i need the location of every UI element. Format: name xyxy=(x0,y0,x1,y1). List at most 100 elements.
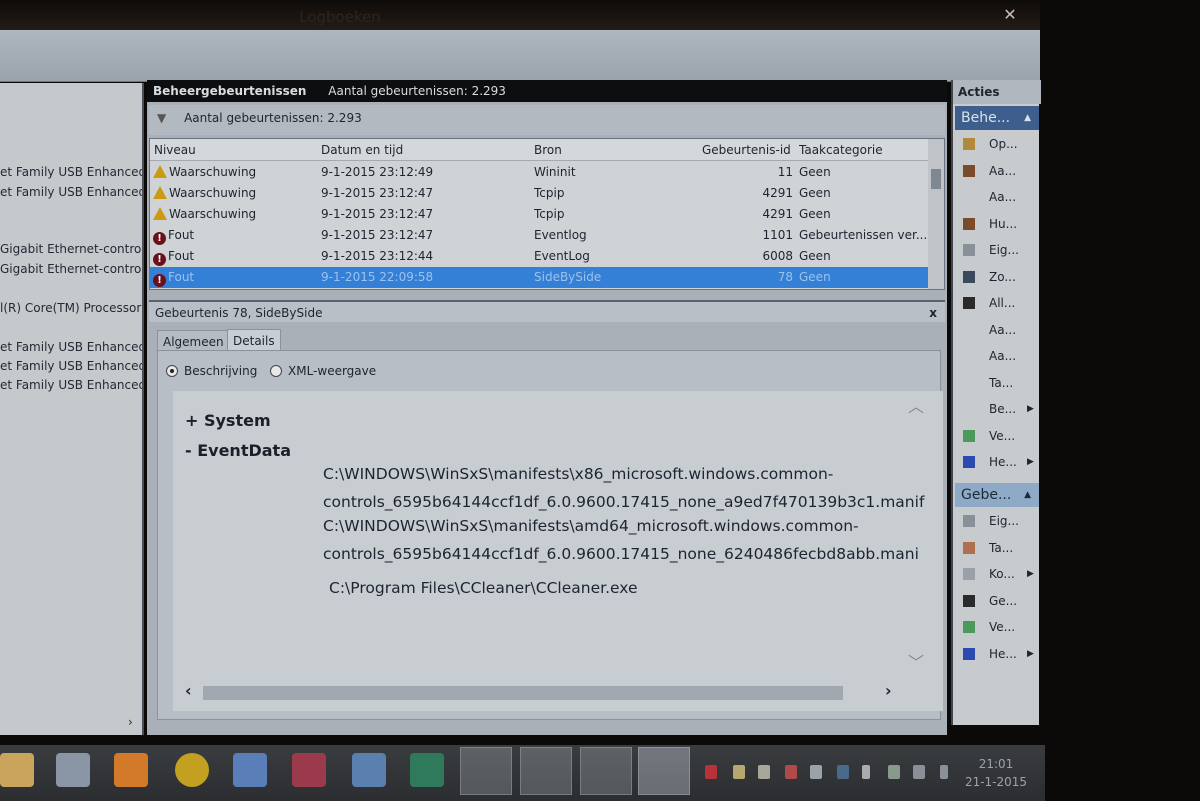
horizontal-scrollbar[interactable] xyxy=(203,686,843,700)
battery-tray-icon[interactable] xyxy=(888,765,900,779)
table-row[interactable]: Waarschuwing 9-1-2015 23:12:47 Tcpip 429… xyxy=(150,183,928,204)
find-icon xyxy=(963,270,975,283)
taskbar-app-icon[interactable] xyxy=(0,753,34,787)
taskbar-keyboard-icon[interactable] xyxy=(233,753,267,787)
window-title: Logboeken xyxy=(299,8,381,26)
action-item[interactable]: Eig... xyxy=(953,237,1041,263)
close-button[interactable]: ✕ xyxy=(995,0,1025,30)
action-item[interactable]: Aa... xyxy=(953,317,1041,343)
col-datum[interactable]: Datum en tijd xyxy=(321,143,403,157)
action-item[interactable]: Hu... xyxy=(953,211,1041,237)
cell-date: 9-1-2015 22:09:58 xyxy=(321,270,434,284)
scroll-right-icon[interactable]: › xyxy=(885,681,892,700)
tree-item[interactable]: et Family USB Enhanced xyxy=(0,378,142,392)
detail-close-button[interactable]: x xyxy=(929,302,937,324)
col-taakcategorie[interactable]: Taakcategorie xyxy=(799,143,883,157)
cell-level: ! Fout xyxy=(153,228,194,245)
taskbar-app-icon[interactable] xyxy=(292,753,326,787)
scroll-left-icon[interactable]: ‹ xyxy=(185,681,192,700)
open-folder-icon xyxy=(963,138,975,150)
table-row[interactable]: ! Fout 9-1-2015 23:12:44 EventLog 6008 Ge… xyxy=(150,246,928,267)
radio-xml-weergave[interactable]: XML-weergave xyxy=(270,364,376,378)
antivirus-tray-icon[interactable] xyxy=(705,765,717,779)
col-niveau[interactable]: Niveau xyxy=(154,143,196,157)
cell-category: Geen xyxy=(799,186,831,200)
action-group-gebeurtenis[interactable]: Gebe... ▲ xyxy=(955,483,1039,507)
detail-header: Gebeurtenis 78, SideBySide x xyxy=(149,300,945,322)
taskbar-media-icon[interactable] xyxy=(114,753,148,787)
refresh-icon xyxy=(963,429,975,442)
cell-id: 4291 xyxy=(762,207,793,221)
taskbar-app-icon[interactable] xyxy=(410,753,444,787)
tray-icon[interactable] xyxy=(785,765,797,779)
taskbar-eventviewer-window[interactable] xyxy=(460,747,512,795)
action-group-beheer[interactable]: Behe... ▲ xyxy=(955,106,1039,130)
tree-pane: et Family USB Enhanced et Family USB Enh… xyxy=(0,83,144,735)
tab-algemeen[interactable]: Algemeen xyxy=(157,330,230,352)
taskbar-eventviewer-window[interactable] xyxy=(520,747,572,795)
action-item[interactable]: All... xyxy=(953,290,1041,316)
table-row[interactable]: ! Fout 9-1-2015 23:12:47 Eventlog 1101 Ge… xyxy=(150,225,928,246)
event-content: + System - EventData C:\WINDOWS\WinSxS\m… xyxy=(173,391,943,711)
action-item[interactable]: Ko... ▶ xyxy=(953,561,1041,587)
tray-icon[interactable] xyxy=(837,765,849,779)
action-item[interactable]: Ve... xyxy=(953,614,1041,640)
tree-item[interactable]: et Family USB Enhanced xyxy=(0,359,142,373)
action-item[interactable]: Op... xyxy=(953,131,1041,157)
action-item[interactable]: Ge... xyxy=(953,588,1041,614)
action-item[interactable]: Ta... xyxy=(953,535,1041,561)
action-item[interactable]: Ve... xyxy=(953,423,1041,449)
cell-level: Waarschuwing xyxy=(153,165,256,179)
taskbar-app-icon[interactable] xyxy=(352,753,386,787)
clock[interactable]: 21:01 21-1-2015 xyxy=(960,755,1032,791)
action-item[interactable]: Aa... xyxy=(953,158,1041,184)
help-icon xyxy=(963,647,975,660)
mail-tray-icon[interactable] xyxy=(733,765,745,779)
col-id[interactable]: Gebeurtenis-id xyxy=(702,143,791,157)
taskbar-app-window[interactable] xyxy=(638,747,690,795)
tree-item[interactable]: et Family USB Enhanced xyxy=(0,165,142,179)
tree-item[interactable]: et Family USB Enhanced xyxy=(0,340,142,354)
tree-item[interactable]: Gigabit Ethernet-controll xyxy=(0,262,142,276)
tree-item[interactable]: Gigabit Ethernet-controll xyxy=(0,242,142,256)
cell-source: Eventlog xyxy=(534,228,587,242)
action-item[interactable]: Aa... xyxy=(953,184,1041,210)
taskbar-app-icon[interactable] xyxy=(56,753,90,787)
tree-item[interactable]: et Family USB Enhanced xyxy=(0,185,142,199)
cell-level: Waarschuwing xyxy=(153,186,256,200)
scroll-up-icon[interactable]: ︿ xyxy=(908,393,924,417)
system-node[interactable]: + System xyxy=(185,411,271,430)
network-tray-icon[interactable] xyxy=(913,765,925,779)
col-bron[interactable]: Bron xyxy=(534,143,562,157)
save-icon xyxy=(963,297,975,309)
table-row[interactable]: Waarschuwing 9-1-2015 23:12:47 Tcpip 429… xyxy=(150,204,928,225)
taskbar-app-window[interactable] xyxy=(580,747,632,795)
cell-id: 1101 xyxy=(762,228,793,242)
flag-tray-icon[interactable] xyxy=(862,765,870,779)
tree-item[interactable]: l(R) Core(TM) Processor xyxy=(0,301,141,315)
action-item[interactable]: Eig... xyxy=(953,508,1041,534)
volume-tray-icon[interactable] xyxy=(940,765,948,779)
action-item[interactable]: He... ▶ xyxy=(953,449,1041,475)
action-item[interactable]: Be... ▶ xyxy=(953,396,1041,422)
cell-date: 9-1-2015 23:12:49 xyxy=(321,165,434,179)
tray-icon[interactable] xyxy=(758,765,770,779)
scroll-thumb[interactable] xyxy=(931,169,941,189)
properties-icon xyxy=(963,244,975,256)
eventdata-node[interactable]: - EventData xyxy=(185,441,291,460)
table-scrollbar[interactable] xyxy=(928,139,944,289)
scroll-down-icon[interactable]: ﹀ xyxy=(908,649,924,673)
scroll-right-arrow[interactable]: › xyxy=(128,715,133,729)
table-row[interactable]: ! Fout 9-1-2015 22:09:58 SideBySide 78 Ge… xyxy=(150,267,928,288)
cell-category: Geen xyxy=(799,270,831,284)
table-row[interactable]: Waarschuwing 9-1-2015 23:12:49 Wininit 1… xyxy=(150,162,928,183)
action-item[interactable]: Aa... xyxy=(953,343,1041,369)
action-item[interactable]: Ta... xyxy=(953,370,1041,396)
action-item[interactable]: Zo... xyxy=(953,264,1041,290)
radio-beschrijving[interactable]: Beschrijving xyxy=(166,364,257,378)
taskbar-app-icon[interactable] xyxy=(175,753,209,787)
cloud-tray-icon[interactable] xyxy=(810,765,822,779)
action-item[interactable]: He... ▶ xyxy=(953,641,1041,667)
actions-title: Acties xyxy=(953,80,1041,104)
error-icon: ! xyxy=(153,253,166,266)
